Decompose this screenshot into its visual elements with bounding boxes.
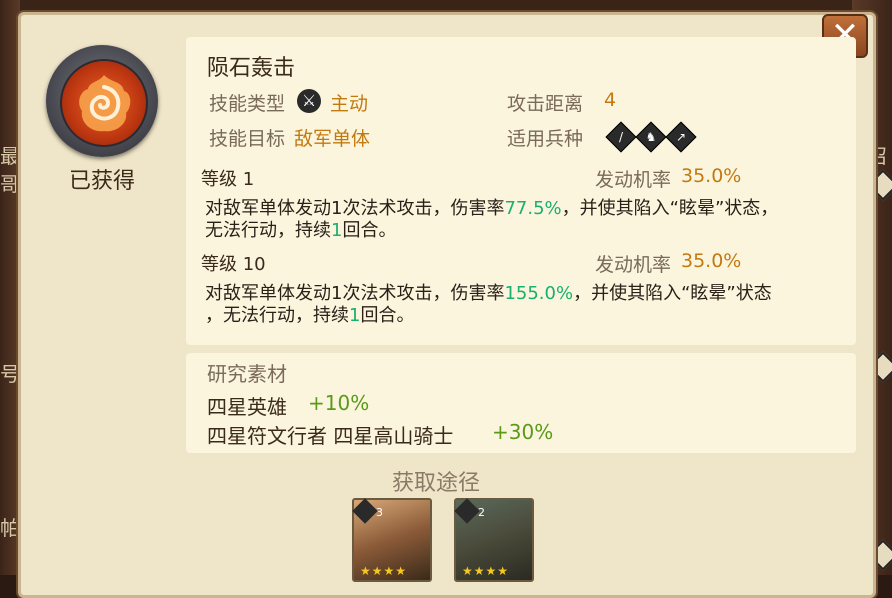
material-text: 四星英雄 xyxy=(207,395,287,419)
level-value: 10 xyxy=(242,254,266,275)
level-description: 对敌军单体发动1次法术攻击，伤害率77.5%，并使其陷入“眩晕”状态， 无法行动… xyxy=(205,198,845,242)
chance-label: 发动机率 xyxy=(595,169,672,191)
level-row: 等级 1 xyxy=(201,165,254,191)
skill-type-value: 主动 xyxy=(330,93,369,115)
damage-rate: 155.0% xyxy=(504,283,574,304)
duration-turns: 1 xyxy=(349,305,361,326)
hero-card[interactable]: 3 ★★★★ xyxy=(352,498,432,582)
level-label: 等级 xyxy=(201,254,237,275)
duration-turns: 1 xyxy=(331,220,343,241)
desc-text: ，并使其陷入“眩晕”状态， xyxy=(561,198,779,219)
skill-target-label: 技能目标 xyxy=(209,128,286,150)
background-text: 最 xyxy=(0,144,20,168)
meteor-fire-icon xyxy=(60,59,148,147)
hero-card[interactable]: 2 ★★★★ xyxy=(454,498,534,582)
chance-label: 发动机率 xyxy=(595,254,672,276)
material-bonus: +10% xyxy=(308,391,370,415)
damage-rate: 77.5% xyxy=(504,198,562,219)
desc-text: 无法行动，持续 xyxy=(205,220,331,241)
level-value: 1 xyxy=(242,169,255,190)
hero-level: 2 xyxy=(478,506,485,519)
sword-slash-icon: ⚔ xyxy=(297,89,321,113)
troops-label: 适用兵种 xyxy=(507,128,584,150)
desc-text: 回合。 xyxy=(342,220,397,241)
material-bonus: +30% xyxy=(492,420,554,444)
acquired-status: 已获得 xyxy=(68,169,135,194)
chance-value: 35.0% xyxy=(681,165,742,187)
skill-icon-frame xyxy=(46,45,158,157)
skill-target-value: 敌军单体 xyxy=(294,128,371,150)
hero-stars: ★★★★ xyxy=(462,564,510,578)
hero-stars: ★★★★ xyxy=(360,564,408,578)
skill-type-label: 技能类型 xyxy=(209,93,286,115)
level-row: 等级 10 xyxy=(201,250,266,276)
material-title: 研究素材 xyxy=(207,362,287,386)
chance-value: 35.0% xyxy=(681,250,742,272)
source-title: 获取途径 xyxy=(392,471,481,496)
background-text: 哥 xyxy=(0,172,20,196)
range-value: 4 xyxy=(604,89,617,111)
hero-class-icon xyxy=(352,498,378,524)
skill-name: 陨石轰击 xyxy=(207,56,296,81)
background-left xyxy=(0,0,20,575)
level-label: 等级 xyxy=(201,169,237,190)
range-label: 攻击距离 xyxy=(507,93,584,115)
level-description: 对敌军单体发动1次法术攻击，伤害率155.0%，并使其陷入“眩晕”状态 ，无法行… xyxy=(205,283,845,327)
material-text: 四星符文行者 四星高山骑士 xyxy=(207,424,454,448)
background-text: 号 xyxy=(0,362,20,386)
desc-text: ，无法行动，持续 xyxy=(205,305,349,326)
desc-text: 对敌军单体发动1次法术攻击，伤害率 xyxy=(205,283,505,304)
desc-text: 回合。 xyxy=(360,305,415,326)
hero-level: 3 xyxy=(376,506,383,519)
background-text: 帕 xyxy=(0,516,20,540)
desc-text: 对敌军单体发动1次法术攻击，伤害率 xyxy=(205,198,505,219)
hero-class-icon xyxy=(454,498,480,524)
desc-text: ，并使其陷入“眩晕”状态 xyxy=(573,283,772,304)
